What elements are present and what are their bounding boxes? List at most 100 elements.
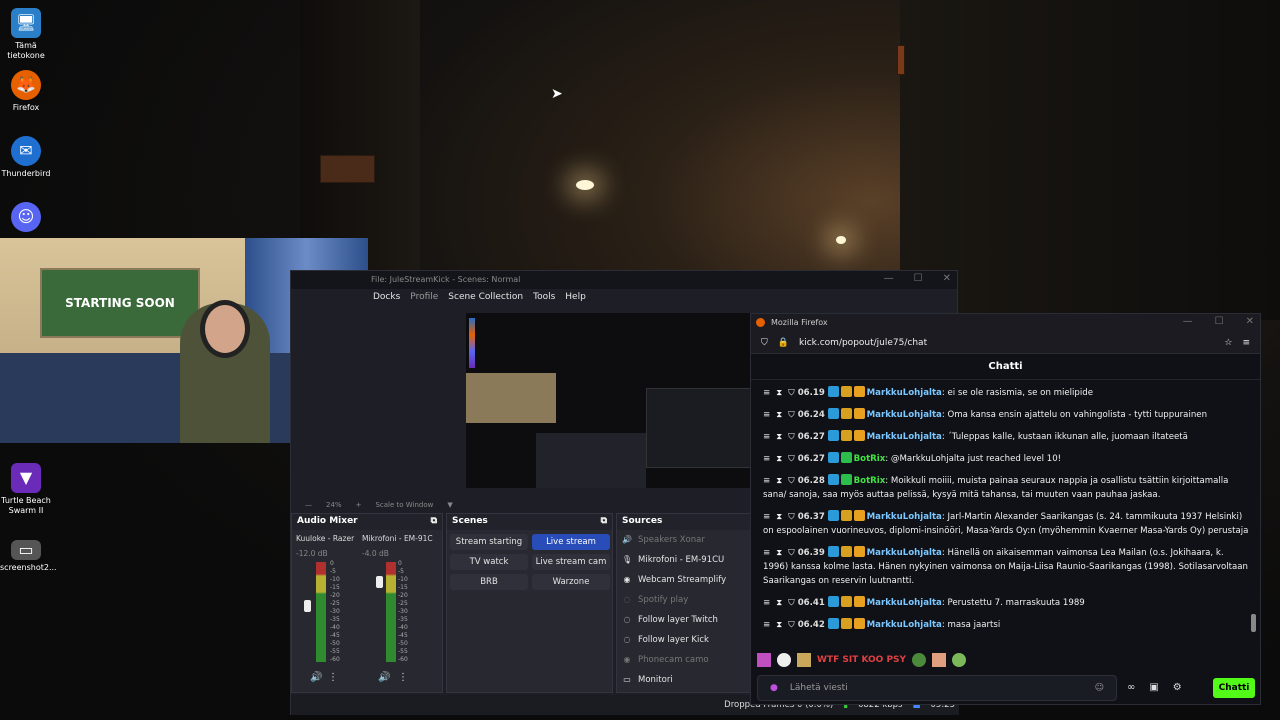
- pin-icon[interactable]: ≡: [763, 512, 770, 522]
- chevron-down-icon[interactable]: ▼: [447, 501, 452, 511]
- message-username[interactable]: MarkkuLohjalta: [867, 548, 942, 558]
- undock-icon[interactable]: ⧉: [431, 516, 437, 528]
- hourglass-icon[interactable]: ⧗: [776, 598, 782, 608]
- message-username[interactable]: MarkkuLohjalta: [867, 388, 942, 398]
- message-username[interactable]: BotRix: [854, 454, 886, 464]
- message-username[interactable]: MarkkuLohjalta: [867, 598, 942, 608]
- lit-window: [897, 45, 905, 75]
- message-username[interactable]: BotRix: [854, 476, 886, 486]
- infinity-icon[interactable]: ∞: [1127, 682, 1135, 693]
- pin-icon[interactable]: ≡: [763, 598, 770, 608]
- emote-icon[interactable]: [912, 653, 927, 667]
- hourglass-icon[interactable]: ⧗: [776, 454, 782, 464]
- emote-icon[interactable]: [777, 653, 791, 667]
- url-text[interactable]: kick.com/popout/jule75/chat: [799, 338, 1214, 348]
- pin-icon[interactable]: ≡: [763, 620, 770, 630]
- maximize-icon[interactable]: ☐: [1215, 316, 1224, 327]
- hourglass-icon[interactable]: ⧗: [776, 620, 782, 630]
- speaker-icon[interactable]: 🔊: [378, 672, 390, 683]
- speaker-icon[interactable]: 🔊: [310, 672, 322, 683]
- volume-slider[interactable]: [304, 600, 311, 612]
- volume-meter: [386, 562, 396, 662]
- hourglass-icon[interactable]: ⧗: [776, 476, 782, 486]
- obs-preview[interactable]: [466, 313, 751, 488]
- source-follow-kick[interactable]: ◌ Follow layer Kick: [617, 630, 755, 650]
- scene-stream-starting[interactable]: Stream starting: [450, 534, 528, 550]
- emote-text[interactable]: WTF SIT KOO PSY: [817, 655, 906, 665]
- source-label: Monitori: [638, 675, 673, 685]
- minimize-icon[interactable]: —: [884, 273, 894, 284]
- menu-icon[interactable]: ≡: [1242, 338, 1250, 348]
- hourglass-icon[interactable]: ⧗: [776, 410, 782, 420]
- close-icon[interactable]: ✕: [1246, 316, 1254, 327]
- microphone-icon[interactable]: ●: [770, 683, 778, 693]
- source-phonecam[interactable]: ◉ Phonecam camo: [617, 650, 755, 670]
- gear-icon[interactable]: ⚙: [1173, 682, 1182, 693]
- scene-brb[interactable]: BRB: [450, 574, 528, 590]
- microphone-icon: 🎙: [622, 555, 633, 564]
- desktop-icon-this-pc[interactable]: 🖥 Tämä tietokone: [0, 8, 52, 61]
- menu-help[interactable]: Help: [565, 292, 586, 304]
- pin-icon[interactable]: ≡: [763, 388, 770, 398]
- message-username[interactable]: MarkkuLohjalta: [867, 432, 942, 442]
- chat-scrollbar[interactable]: [1251, 614, 1256, 632]
- desktop-icon-screenshot[interactable]: ▭ screenshot2...: [0, 540, 57, 573]
- hourglass-icon[interactable]: ⧗: [776, 512, 782, 522]
- chat-send-button[interactable]: Chatti: [1213, 678, 1255, 698]
- menu-scene-collection[interactable]: Scene Collection: [448, 292, 523, 304]
- lock-icon[interactable]: 🔒: [778, 338, 789, 348]
- emote-icon[interactable]: [932, 653, 947, 667]
- pin-icon[interactable]: ≡: [763, 454, 770, 464]
- desktop-icon-firefox[interactable]: 🦊 Firefox: [0, 70, 52, 113]
- scene-live-stream-cam[interactable]: Live stream cam: [532, 554, 610, 570]
- menu-profile[interactable]: Profile: [410, 292, 438, 304]
- scene-live-stream[interactable]: Live stream: [532, 534, 610, 550]
- hourglass-icon[interactable]: ⧗: [776, 388, 782, 398]
- menu-tools[interactable]: Tools: [533, 292, 555, 304]
- desktop-icon-thunderbird[interactable]: ✉ Thunderbird: [0, 136, 52, 179]
- scale-mode-select[interactable]: Scale to Window: [375, 501, 433, 511]
- desktop-icon-turtle-beach[interactable]: ▼ Turtle Beach Swarm II: [0, 463, 52, 516]
- pin-icon[interactable]: ≡: [763, 432, 770, 442]
- emote-icon[interactable]: [757, 653, 771, 667]
- close-icon[interactable]: ✕: [943, 273, 951, 284]
- minimize-icon[interactable]: —: [1183, 316, 1193, 327]
- message-username[interactable]: MarkkuLohjalta: [867, 410, 942, 420]
- message-username[interactable]: MarkkuLohjalta: [867, 512, 942, 522]
- source-speakers-xonar[interactable]: 🔊 Speakers Xonar: [617, 530, 755, 550]
- more-options-icon[interactable]: ⋮: [398, 672, 408, 683]
- more-options-icon[interactable]: ⋮: [328, 672, 338, 683]
- source-spotify[interactable]: ◌ Spotify play: [617, 590, 755, 610]
- meter-scale: 0 -5 -10 -15 -20 -25 -30 -35 -40 -45 -50 -55 -60: [398, 560, 408, 664]
- source-monitori[interactable]: ▭ Monitori: [617, 670, 755, 690]
- volume-slider[interactable]: [376, 576, 383, 588]
- scene-warzone[interactable]: Warzone: [532, 574, 610, 590]
- chat-input[interactable]: ● Lähetä viesti ☺: [757, 675, 1117, 701]
- bookmark-star-icon[interactable]: ☆: [1224, 338, 1232, 348]
- desktop-icon-discord[interactable]: ☺: [0, 202, 52, 235]
- emote-icon[interactable]: [952, 653, 967, 667]
- source-follow-twitch[interactable]: ◌ Follow layer Twitch: [617, 610, 755, 630]
- pin-icon[interactable]: ≡: [763, 548, 770, 558]
- address-bar[interactable]: ⛉ 🔒 kick.com/popout/jule75/chat ☆ ≡: [751, 332, 1260, 354]
- pin-icon[interactable]: ≡: [763, 476, 770, 486]
- zoom-out-button[interactable]: —: [305, 501, 312, 511]
- source-webcam[interactable]: ◉ Webcam Streamplify: [617, 570, 755, 590]
- emote-icon[interactable]: [797, 653, 811, 667]
- undock-icon[interactable]: ⧉: [601, 516, 607, 528]
- shield-icon[interactable]: ⛉: [761, 338, 768, 348]
- menu-docks[interactable]: Docks: [373, 292, 400, 304]
- zoom-in-button[interactable]: +: [356, 501, 362, 511]
- pin-icon[interactable]: ≡: [763, 410, 770, 420]
- message-username[interactable]: MarkkuLohjalta: [867, 620, 942, 630]
- gift-icon[interactable]: ▣: [1149, 682, 1158, 693]
- scene-tv-watck[interactable]: TV watck: [450, 554, 528, 570]
- street-lamp: [836, 236, 846, 244]
- chat-message: ≡ ⧗ ⛉ 06.27 MarkkuLohjalta: ´Tuleppas kalle…: [751, 426, 1260, 448]
- hourglass-icon[interactable]: ⧗: [776, 432, 782, 442]
- source-mikrofoni[interactable]: 🎙 Mikrofoni - EM-91CU: [617, 550, 755, 570]
- hourglass-icon[interactable]: ⧗: [776, 548, 782, 558]
- maximize-icon[interactable]: ☐: [914, 273, 923, 284]
- emoji-icon[interactable]: ☺: [1095, 683, 1104, 693]
- user-badge-icon: [827, 452, 839, 463]
